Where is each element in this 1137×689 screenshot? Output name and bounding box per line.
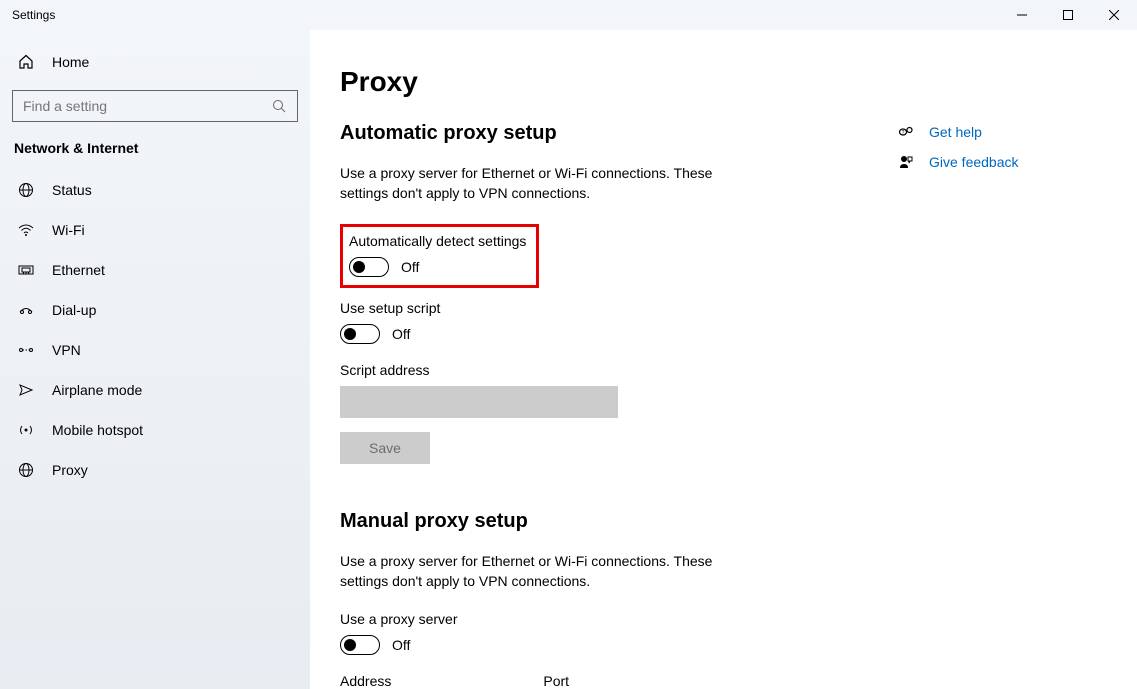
get-help-text: Get help [929,124,982,140]
home-label: Home [52,54,89,70]
sidebar: Home Network & Internet Status [0,30,310,689]
save-script-button[interactable]: Save [340,432,430,464]
page-title: Proxy [340,66,837,98]
globe-icon [16,182,36,198]
highlight-annotation: Automatically detect settings Off [340,224,539,288]
sidebar-item-vpn[interactable]: VPN [0,330,310,370]
sidebar-item-label: Wi-Fi [52,222,85,238]
auto-section-title: Automatic proxy setup [340,122,837,145]
hotspot-icon [16,422,36,438]
help-icon: ? [897,124,915,140]
auto-section-desc: Use a proxy server for Ethernet or Wi-Fi… [340,163,760,204]
get-help-link[interactable]: ? Get help [897,124,1097,140]
category-header: Network & Internet [0,140,310,170]
airplane-icon [16,382,36,398]
close-button[interactable] [1091,0,1137,30]
script-address-input[interactable] [340,386,618,418]
minimize-button[interactable] [999,0,1045,30]
sidebar-item-hotspot[interactable]: Mobile hotspot [0,410,310,450]
svg-text:?: ? [902,130,905,136]
window-title: Settings [0,8,55,22]
home-icon [16,54,36,70]
use-proxy-label: Use a proxy server [340,611,837,627]
search-icon [269,99,289,113]
main-content: Proxy Automatic proxy setup Use a proxy … [340,66,837,689]
sidebar-item-ethernet[interactable]: Ethernet [0,250,310,290]
wifi-icon [16,222,36,238]
sidebar-item-wifi[interactable]: Wi-Fi [0,210,310,250]
auto-detect-state: Off [401,259,419,275]
give-feedback-link[interactable]: Give feedback [897,154,1097,170]
proxy-icon [16,462,36,478]
vpn-icon [16,342,36,358]
search-input[interactable] [23,98,269,114]
search-box[interactable] [12,90,298,122]
manual-section-desc: Use a proxy server for Ethernet or Wi-Fi… [340,551,760,592]
manual-section-title: Manual proxy setup [340,510,837,533]
sidebar-item-proxy[interactable]: Proxy [0,450,310,490]
feedback-icon [897,154,915,170]
maximize-button[interactable] [1045,0,1091,30]
sidebar-item-airplane[interactable]: Airplane mode [0,370,310,410]
setup-script-state: Off [392,326,410,342]
auto-detect-label: Automatically detect settings [349,233,526,249]
sidebar-item-label: Airplane mode [52,382,142,398]
setup-script-label: Use setup script [340,300,837,316]
sidebar-item-label: Dial-up [52,302,96,318]
dialup-icon [16,302,36,318]
titlebar: Settings [0,0,1137,30]
sidebar-item-label: VPN [52,342,81,358]
aside-links: ? Get help Give feedback [897,66,1097,689]
sidebar-item-status[interactable]: Status [0,170,310,210]
sidebar-item-label: Mobile hotspot [52,422,143,438]
ethernet-icon [16,262,36,278]
setup-script-toggle[interactable] [340,324,380,344]
give-feedback-text: Give feedback [929,154,1019,170]
manual-port-label: Port [543,673,569,689]
home-button[interactable]: Home [0,44,310,80]
sidebar-item-dialup[interactable]: Dial-up [0,290,310,330]
sidebar-item-label: Proxy [52,462,88,478]
use-proxy-toggle[interactable] [340,635,380,655]
auto-detect-toggle[interactable] [349,257,389,277]
manual-address-label: Address [340,673,391,689]
sidebar-item-label: Status [52,182,92,198]
use-proxy-state: Off [392,637,410,653]
script-address-label: Script address [340,362,837,378]
sidebar-item-label: Ethernet [52,262,105,278]
